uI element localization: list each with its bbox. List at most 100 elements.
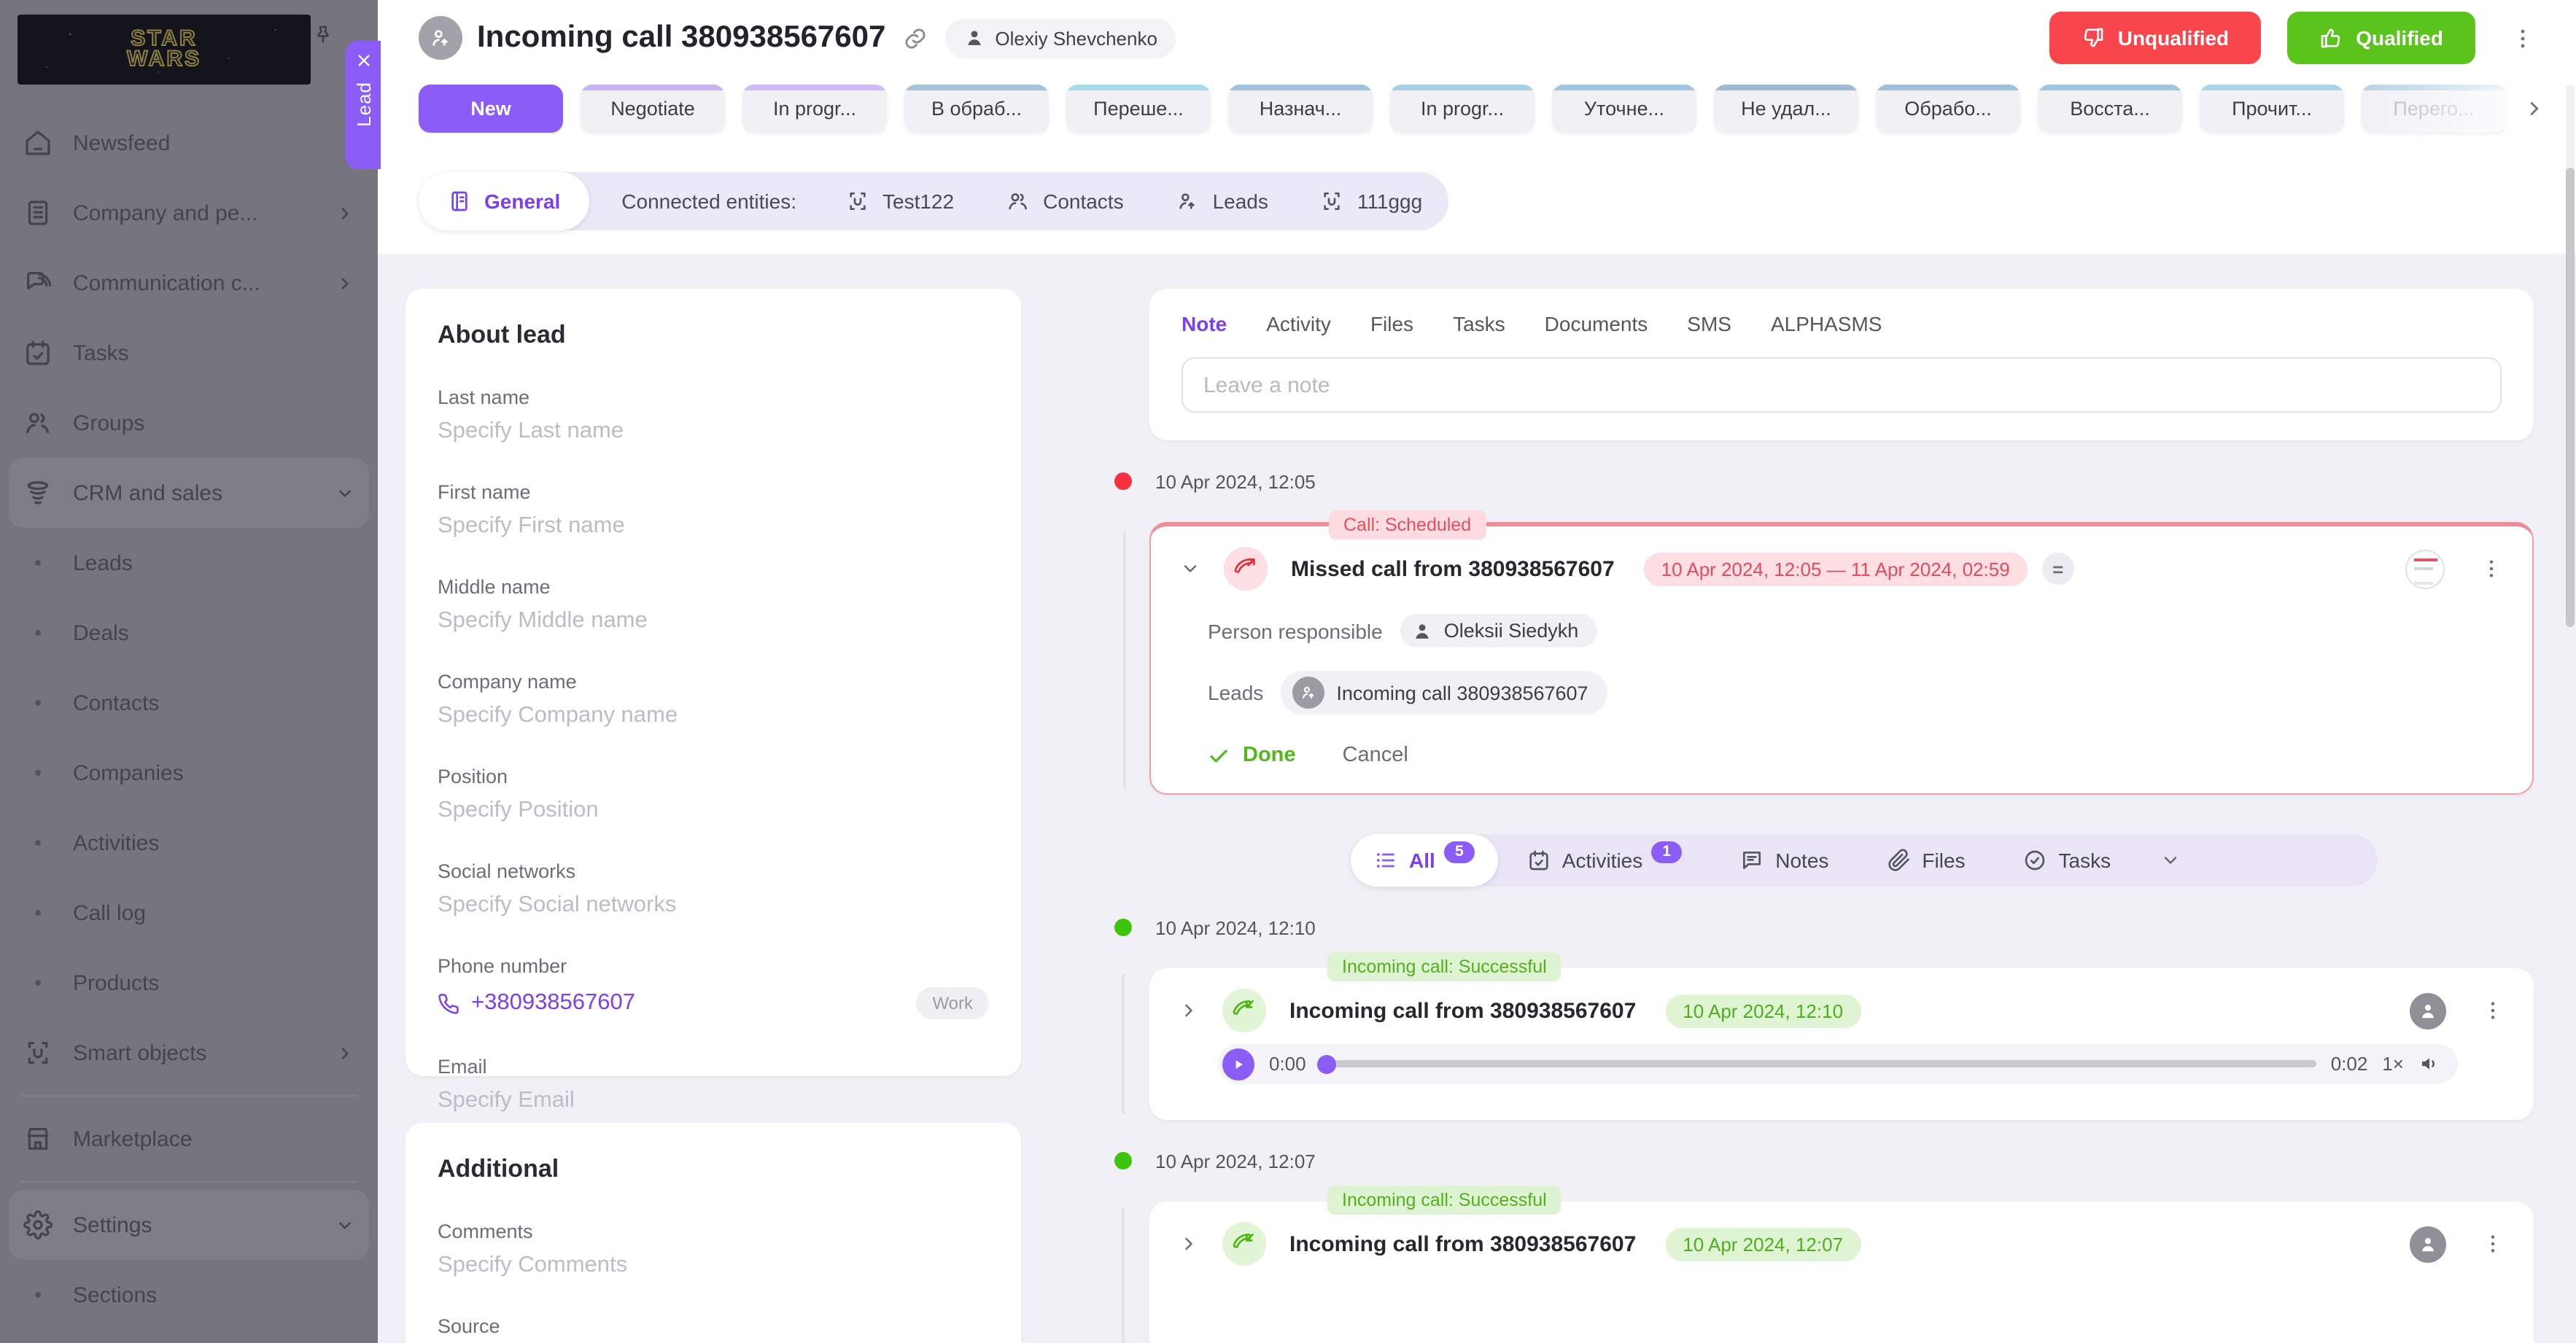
activity-time-pill[interactable]: 10 Apr 2024, 12:10 bbox=[1665, 994, 1861, 1027]
sidebar-item-crm-and-sales[interactable]: CRM and sales bbox=[9, 458, 369, 528]
field-placeholder[interactable]: Specify Last name bbox=[438, 419, 989, 445]
tab-test122[interactable]: Test122 bbox=[820, 172, 980, 230]
stage-prochitan[interactable]: Прочит... bbox=[2200, 85, 2344, 133]
phone-value[interactable]: +380938567607 bbox=[438, 990, 635, 1016]
sidebar-item-activities[interactable]: Activities bbox=[0, 808, 378, 878]
scrollbar-thumb[interactable] bbox=[2566, 168, 2575, 627]
field-label: First name bbox=[438, 481, 989, 503]
owner-chip[interactable]: Olexiy Shevchenko bbox=[945, 18, 1176, 58]
sidebar-item-marketplace[interactable]: Marketplace bbox=[0, 1104, 378, 1174]
sidebar-item-label: Marketplace bbox=[73, 1126, 354, 1151]
kebab-menu-icon[interactable] bbox=[2480, 557, 2503, 580]
lead-panel-tab[interactable]: Lead bbox=[346, 41, 381, 169]
stage-in-progress-2[interactable]: In progr... bbox=[1390, 85, 1535, 133]
user-avatar[interactable] bbox=[2410, 992, 2446, 1029]
kebab-menu-icon[interactable] bbox=[2481, 1232, 2505, 1256]
stage-new[interactable]: New bbox=[419, 85, 563, 133]
expand-icon[interactable] bbox=[1179, 1234, 1199, 1254]
sidebar-item-smart-objects[interactable]: Smart objects bbox=[0, 1018, 378, 1088]
audio-progress-track[interactable] bbox=[1321, 1060, 2316, 1067]
filter-notes[interactable]: Notes bbox=[1711, 834, 1858, 887]
close-icon[interactable] bbox=[355, 52, 371, 69]
sidebar-item-communication-channels[interactable]: Communication c... bbox=[0, 248, 378, 318]
stage-naznachen[interactable]: Назнач... bbox=[1228, 85, 1373, 133]
stage-utochnenie[interactable]: Уточне... bbox=[1552, 85, 1696, 133]
lead-chip[interactable]: Incoming call 380938567607 bbox=[1281, 671, 1607, 715]
copy-link-icon[interactable] bbox=[903, 26, 928, 50]
stage-vosstanovlen[interactable]: Восста... bbox=[2038, 85, 2182, 133]
tab-sms[interactable]: SMS bbox=[1687, 312, 1731, 335]
filter-all[interactable]: All 5 bbox=[1351, 834, 1498, 887]
pin-sidebar-icon[interactable] bbox=[312, 23, 334, 45]
tab-files[interactable]: Files bbox=[1370, 312, 1413, 335]
stage-obrabotan[interactable]: Обрабо... bbox=[1876, 85, 2020, 133]
store-icon bbox=[23, 1124, 53, 1153]
kebab-menu-icon[interactable] bbox=[2510, 26, 2535, 50]
filter-activities[interactable]: Activities 1 bbox=[1498, 834, 1711, 887]
stage-ne-udalos[interactable]: Не удал... bbox=[1714, 85, 1858, 133]
smart-object-icon bbox=[846, 190, 869, 213]
play-button[interactable] bbox=[1222, 1048, 1254, 1080]
app-root: STAR WARS Newsfeed Company and pe... Com… bbox=[0, 0, 2576, 1343]
audio-progress-thumb[interactable] bbox=[1318, 1054, 1337, 1073]
tab-contacts[interactable]: Contacts bbox=[980, 172, 1150, 230]
comments-placeholder[interactable]: Specify Comments bbox=[438, 1253, 989, 1279]
tab-tasks[interactable]: Tasks bbox=[1453, 312, 1505, 335]
tab-note[interactable]: Note bbox=[1182, 312, 1227, 335]
attachment-thumbnail[interactable] bbox=[2405, 549, 2445, 588]
qualified-button[interactable]: Qualified bbox=[2287, 12, 2475, 64]
tab-activity[interactable]: Activity bbox=[1266, 312, 1331, 335]
cancel-button[interactable]: Cancel bbox=[1343, 744, 1408, 767]
header-area: Incoming call 380938567607 Olexiy Shevch… bbox=[378, 0, 2576, 254]
kebab-menu-icon[interactable] bbox=[2481, 999, 2505, 1022]
sidebar-item-label: Call log bbox=[73, 900, 354, 925]
tab-leads[interactable]: Leads bbox=[1150, 172, 1295, 230]
stages-scroll-right-icon[interactable] bbox=[2523, 98, 2545, 120]
activity-time-pill[interactable]: 10 Apr 2024, 12:07 bbox=[1665, 1227, 1861, 1261]
field-placeholder[interactable]: Specify Social networks bbox=[438, 892, 989, 919]
stage-v-obrabotke[interactable]: В обраб... bbox=[904, 85, 1049, 133]
stage-in-progress[interactable]: In progr... bbox=[742, 85, 887, 133]
field-placeholder[interactable]: Specify Position bbox=[438, 798, 989, 824]
field-placeholder[interactable]: Specify Middle name bbox=[438, 608, 989, 634]
sidebar-item-call-log[interactable]: Call log bbox=[0, 878, 378, 948]
status-badge: Call: Scheduled bbox=[1329, 510, 1486, 540]
done-button[interactable]: Done bbox=[1208, 744, 1296, 767]
collapse-icon[interactable] bbox=[1180, 558, 1200, 579]
sidebar-item-settings[interactable]: Settings bbox=[9, 1190, 369, 1260]
tab-alphasms[interactable]: ALPHASMS bbox=[1771, 312, 1882, 335]
sidebar-item-products[interactable]: Products bbox=[0, 948, 378, 1018]
audio-rate[interactable]: 1× bbox=[2382, 1053, 2404, 1075]
sidebar-item-companies[interactable]: Companies bbox=[0, 738, 378, 808]
sidebar-item-label: Communication c... bbox=[73, 270, 315, 295]
stage-pereshel[interactable]: Переше... bbox=[1066, 85, 1211, 133]
activity-period-pill[interactable]: 10 Apr 2024, 12:05 — 11 Apr 2024, 02:59 bbox=[1644, 552, 2028, 585]
sidebar-item-newsfeed[interactable]: Newsfeed bbox=[0, 108, 378, 178]
tab-general[interactable]: General bbox=[419, 172, 589, 230]
sidebar-item-deals[interactable]: Deals bbox=[0, 598, 378, 668]
user-avatar[interactable] bbox=[2410, 1226, 2446, 1262]
workspace-logo[interactable]: STAR WARS bbox=[18, 15, 311, 85]
expand-icon[interactable] bbox=[1179, 1000, 1199, 1021]
field-placeholder[interactable]: Specify First name bbox=[438, 513, 989, 540]
sidebar-item-contacts[interactable]: Contacts bbox=[0, 668, 378, 738]
stage-negotiate[interactable]: Negotiate bbox=[581, 85, 725, 133]
unqualified-button[interactable]: Unqualified bbox=[2049, 12, 2261, 64]
filter-tasks[interactable]: Tasks bbox=[1995, 834, 2141, 887]
stage-peregovory[interactable]: Перего... bbox=[2362, 85, 2506, 133]
volume-icon[interactable] bbox=[2418, 1053, 2440, 1075]
sidebar-item-company-and-people[interactable]: Company and pe... bbox=[0, 178, 378, 248]
sidebar-item-tasks[interactable]: Tasks bbox=[0, 318, 378, 388]
note-input[interactable] bbox=[1182, 357, 2502, 413]
person-responsible-chip[interactable]: Oleksii Siedykh bbox=[1400, 614, 1598, 647]
scrollbar-track[interactable] bbox=[2566, 85, 2575, 1343]
filter-more-icon[interactable] bbox=[2160, 850, 2181, 871]
sidebar-item-leads[interactable]: Leads bbox=[0, 528, 378, 598]
email-placeholder[interactable]: Specify Email bbox=[438, 1088, 989, 1114]
tab-111ggg[interactable]: 111ggg bbox=[1295, 172, 1448, 230]
sidebar-item-sections[interactable]: Sections bbox=[0, 1260, 378, 1330]
filter-files[interactable]: Files bbox=[1858, 834, 1994, 887]
tab-documents[interactable]: Documents bbox=[1545, 312, 1648, 335]
field-placeholder[interactable]: Specify Company name bbox=[438, 703, 989, 729]
sidebar-item-groups[interactable]: Groups bbox=[0, 388, 378, 458]
